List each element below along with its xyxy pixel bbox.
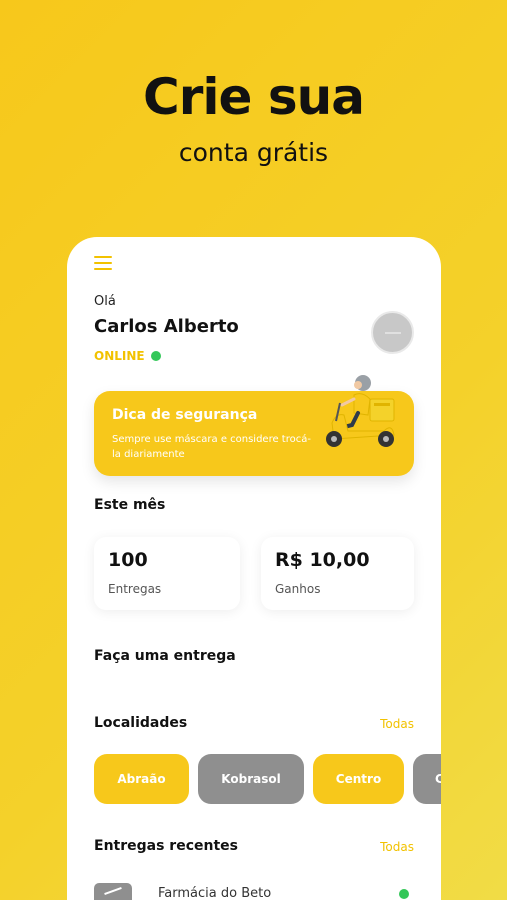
earnings-label: Ganhos (275, 582, 321, 596)
status-dot-icon (399, 889, 409, 899)
earnings-value: R$ 10,00 (275, 549, 370, 571)
promo-headline: Crie sua (143, 68, 365, 126)
make-delivery-title[interactable]: Faça uma entrega (94, 648, 236, 664)
deliveries-label: Entregas (108, 582, 162, 596)
hamburger-menu-icon[interactable] (94, 256, 112, 270)
locations-section-title: Localidades (94, 715, 188, 731)
status-label: ONLINE (94, 349, 145, 363)
online-status: ONLINE (94, 349, 161, 363)
deliveries-value: 100 (108, 549, 148, 571)
recent-delivery-name: Farmácia do Beto (158, 886, 272, 900)
recent-see-all-link[interactable]: Todas (380, 840, 414, 854)
list-item[interactable]: Farmácia do Beto (94, 883, 414, 900)
delivery-scooter-icon (326, 375, 395, 447)
app-screen: Olá Carlos Alberto ONLINE Dica de segura… (67, 237, 441, 900)
user-name: Carlos Alberto (94, 316, 239, 337)
location-chip-partial[interactable]: C (413, 754, 441, 804)
earnings-stat-card: R$ 10,00 Ganhos (261, 537, 414, 610)
greeting-label: Olá (94, 294, 116, 309)
promo-subheadline: conta grátis (178, 138, 329, 167)
locations-see-all-link[interactable]: Todas (380, 717, 414, 731)
status-dot-icon (150, 351, 161, 361)
location-chip-kobrasol[interactable]: Kobrasol (198, 754, 304, 804)
month-section-title: Este mês (94, 497, 166, 513)
location-chip-centro[interactable]: Centro (313, 754, 404, 804)
avatar[interactable] (371, 311, 414, 354)
recent-deliveries-title: Entregas recentes (94, 838, 238, 854)
location-chip-abraao[interactable]: Abraão (94, 754, 189, 804)
tip-text: Sempre use máscara e considere trocá-la … (112, 434, 311, 460)
avatar-placeholder-icon (384, 331, 401, 334)
safety-tip-card[interactable]: Dica de segurança Sempre use máscara e c… (94, 375, 414, 476)
tip-title: Dica de segurança (112, 407, 258, 423)
store-image-icon (94, 883, 132, 900)
deliveries-stat-card: 100 Entregas (94, 537, 240, 610)
